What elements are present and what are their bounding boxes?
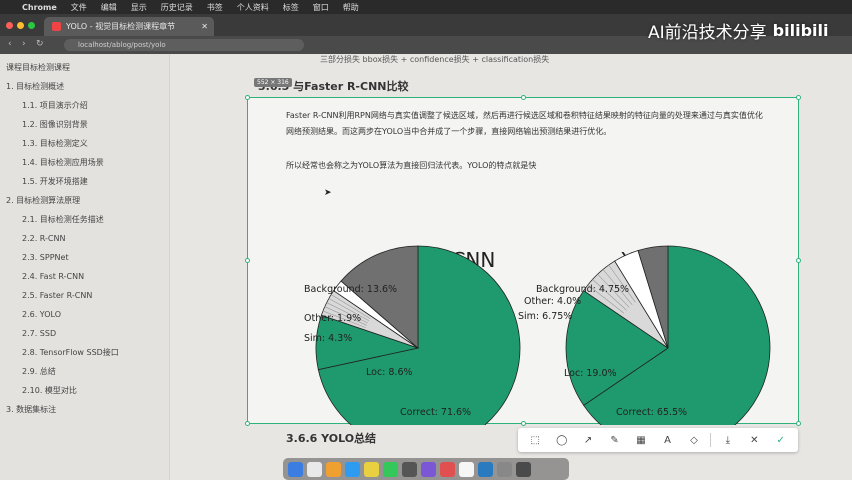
- toc-item[interactable]: 2.1. 目标检测任务描述: [0, 210, 169, 229]
- toc-item[interactable]: 1. 目标检测概述: [0, 77, 169, 96]
- toc-item[interactable]: 2. 目标检测算法原理: [0, 191, 169, 210]
- rect-select-icon[interactable]: ⬚: [525, 430, 545, 450]
- slice-label: Sim: 6.75%: [518, 311, 572, 322]
- reload-icon[interactable]: ↻: [36, 39, 44, 49]
- resize-handle[interactable]: [521, 421, 526, 426]
- toc-item[interactable]: 2.8. TensorFlow SSD接口: [0, 343, 169, 362]
- toc-item[interactable]: 2.2. R-CNN: [0, 229, 169, 248]
- resize-handle[interactable]: [245, 421, 250, 426]
- back-icon[interactable]: ‹: [8, 39, 12, 49]
- chrome-icon[interactable]: [364, 461, 379, 477]
- settings-icon[interactable]: [497, 461, 512, 477]
- close-window-icon[interactable]: [6, 22, 13, 29]
- toc-item[interactable]: 2.6. YOLO: [0, 305, 169, 324]
- slice-label: Other: 1.9%: [304, 313, 361, 324]
- toc-item[interactable]: 2.7. SSD: [0, 324, 169, 343]
- resize-handle[interactable]: [245, 258, 250, 263]
- close-tab-icon[interactable]: ✕: [201, 22, 208, 31]
- check-icon[interactable]: ✓: [771, 430, 791, 450]
- toc-item[interactable]: 1.5. 开发环境搭建: [0, 172, 169, 191]
- download-icon[interactable]: ⤓: [718, 430, 738, 450]
- menu-item[interactable]: 历史记录: [161, 2, 193, 13]
- slice-label: Loc: 8.6%: [366, 367, 413, 378]
- slice-label: Other: 4.0%: [524, 296, 581, 307]
- tag-icon[interactable]: ◇: [684, 430, 704, 450]
- menu-item[interactable]: 书签: [207, 2, 223, 13]
- launchpad-icon[interactable]: [307, 461, 322, 477]
- watermark-text: AI前沿技术分享: [648, 23, 767, 43]
- finder-icon[interactable]: [288, 461, 303, 477]
- text-icon[interactable]: A: [657, 430, 677, 450]
- app-icon[interactable]: [478, 461, 493, 477]
- forward-icon[interactable]: ›: [22, 39, 26, 49]
- slice-label: Loc: 19.0%: [564, 368, 617, 379]
- app-icon[interactable]: [440, 461, 455, 477]
- browser-tab[interactable]: YOLO - 视觉目标检测课程章节 ✕: [44, 17, 214, 36]
- app-icon[interactable]: [421, 461, 436, 477]
- slice-label: Correct: 71.6%: [400, 407, 471, 418]
- pen-icon[interactable]: ✎: [605, 430, 625, 450]
- slice-label: Correct: 65.5%: [616, 407, 687, 418]
- pie-charts: Fast R-CNNCorrect: 71.6%Loc: 8.6%Sim: 4.…: [304, 245, 771, 425]
- menu-item[interactable]: 编辑: [101, 2, 117, 13]
- resize-handle[interactable]: [245, 95, 250, 100]
- page-content: 课程目标检测课程 1. 目标检测概述 1.1. 项目演示介绍 1.2. 图像识别背景 1…: [0, 54, 852, 480]
- resize-handle[interactable]: [521, 95, 526, 100]
- mosaic-icon[interactable]: ▦: [631, 430, 651, 450]
- messages-icon[interactable]: [383, 461, 398, 477]
- toc-item[interactable]: 1.2. 图像识别背景: [0, 115, 169, 134]
- selection-size-badge: 552 × 316: [254, 78, 292, 87]
- resize-handle[interactable]: [796, 421, 801, 426]
- toc-item[interactable]: 1.1. 项目演示介绍: [0, 96, 169, 115]
- menu-item[interactable]: 窗口: [313, 2, 329, 13]
- maximize-window-icon[interactable]: [28, 22, 35, 29]
- toc-item[interactable]: 3. 数据集标注: [0, 400, 169, 419]
- safari-icon[interactable]: [345, 461, 360, 477]
- menu-bar: Chrome 文件 编辑 显示 历史记录 书签 个人资料 标签 窗口 帮助: [0, 0, 852, 14]
- toc-item[interactable]: 1.3. 目标检测定义: [0, 134, 169, 153]
- bilibili-logo: bilibili: [772, 21, 829, 40]
- menu-item[interactable]: 帮助: [343, 2, 359, 13]
- toc-item[interactable]: 2.4. Fast R-CNN: [0, 267, 169, 286]
- toc-item[interactable]: 2.10. 模型对比: [0, 381, 169, 400]
- url-field[interactable]: localhost/ablog/post/yolo: [64, 39, 304, 51]
- toc-item[interactable]: 2.9. 总结: [0, 362, 169, 381]
- watermark: AI前沿技术分享 bilibili: [648, 18, 828, 43]
- toc-item[interactable]: 2.5. Faster R-CNN: [0, 286, 169, 305]
- screenshot-selection[interactable]: Faster R-CNN利用RPN网络与真实值调整了候选区域，然后再进行候选区域…: [245, 95, 801, 426]
- resize-handle[interactable]: [796, 95, 801, 100]
- favicon-icon: [52, 22, 61, 31]
- slice-label: Sim: 4.3%: [304, 333, 352, 344]
- toc-item[interactable]: 1.4. 目标检测应用场景: [0, 153, 169, 172]
- toc-item[interactable]: 课程目标检测课程: [0, 58, 169, 77]
- toc-item[interactable]: 2.3. SPPNet: [0, 248, 169, 267]
- table-of-contents: 课程目标检测课程 1. 目标检测概述 1.1. 项目演示介绍 1.2. 图像识别背景 1…: [0, 54, 170, 480]
- menu-item[interactable]: 文件: [71, 2, 87, 13]
- menu-item[interactable]: 个人资料: [237, 2, 269, 13]
- window-controls: [6, 22, 35, 29]
- menu-app-name[interactable]: Chrome: [22, 3, 57, 12]
- resize-handle[interactable]: [796, 258, 801, 263]
- toolbar-separator: [710, 433, 712, 447]
- doc-previous-line: 三部分损失 bbox损失 + confidence损失 + classifica…: [320, 55, 550, 64]
- dock: [283, 458, 569, 480]
- ellipse-icon[interactable]: ◯: [552, 430, 572, 450]
- close-icon[interactable]: ✕: [744, 430, 764, 450]
- arrow-icon[interactable]: ↗: [578, 430, 598, 450]
- menu-item[interactable]: 显示: [131, 2, 147, 13]
- tab-title: YOLO - 视觉目标检测课程章节: [66, 22, 176, 31]
- app-icon[interactable]: [326, 461, 341, 477]
- slice-label: Background: 4.75%: [536, 284, 629, 295]
- minimize-window-icon[interactable]: [17, 22, 24, 29]
- notes-icon[interactable]: [459, 461, 474, 477]
- menu-item[interactable]: 标签: [283, 2, 299, 13]
- annotation-toolbar: ⬚ ◯ ↗ ✎ ▦ A ◇ ⤓ ✕ ✓: [518, 428, 798, 452]
- trash-icon[interactable]: [516, 461, 531, 477]
- terminal-icon[interactable]: [402, 461, 417, 477]
- slice-label: Background: 13.6%: [304, 284, 397, 295]
- next-section-heading: 3.6.6 YOLO总结: [286, 432, 377, 445]
